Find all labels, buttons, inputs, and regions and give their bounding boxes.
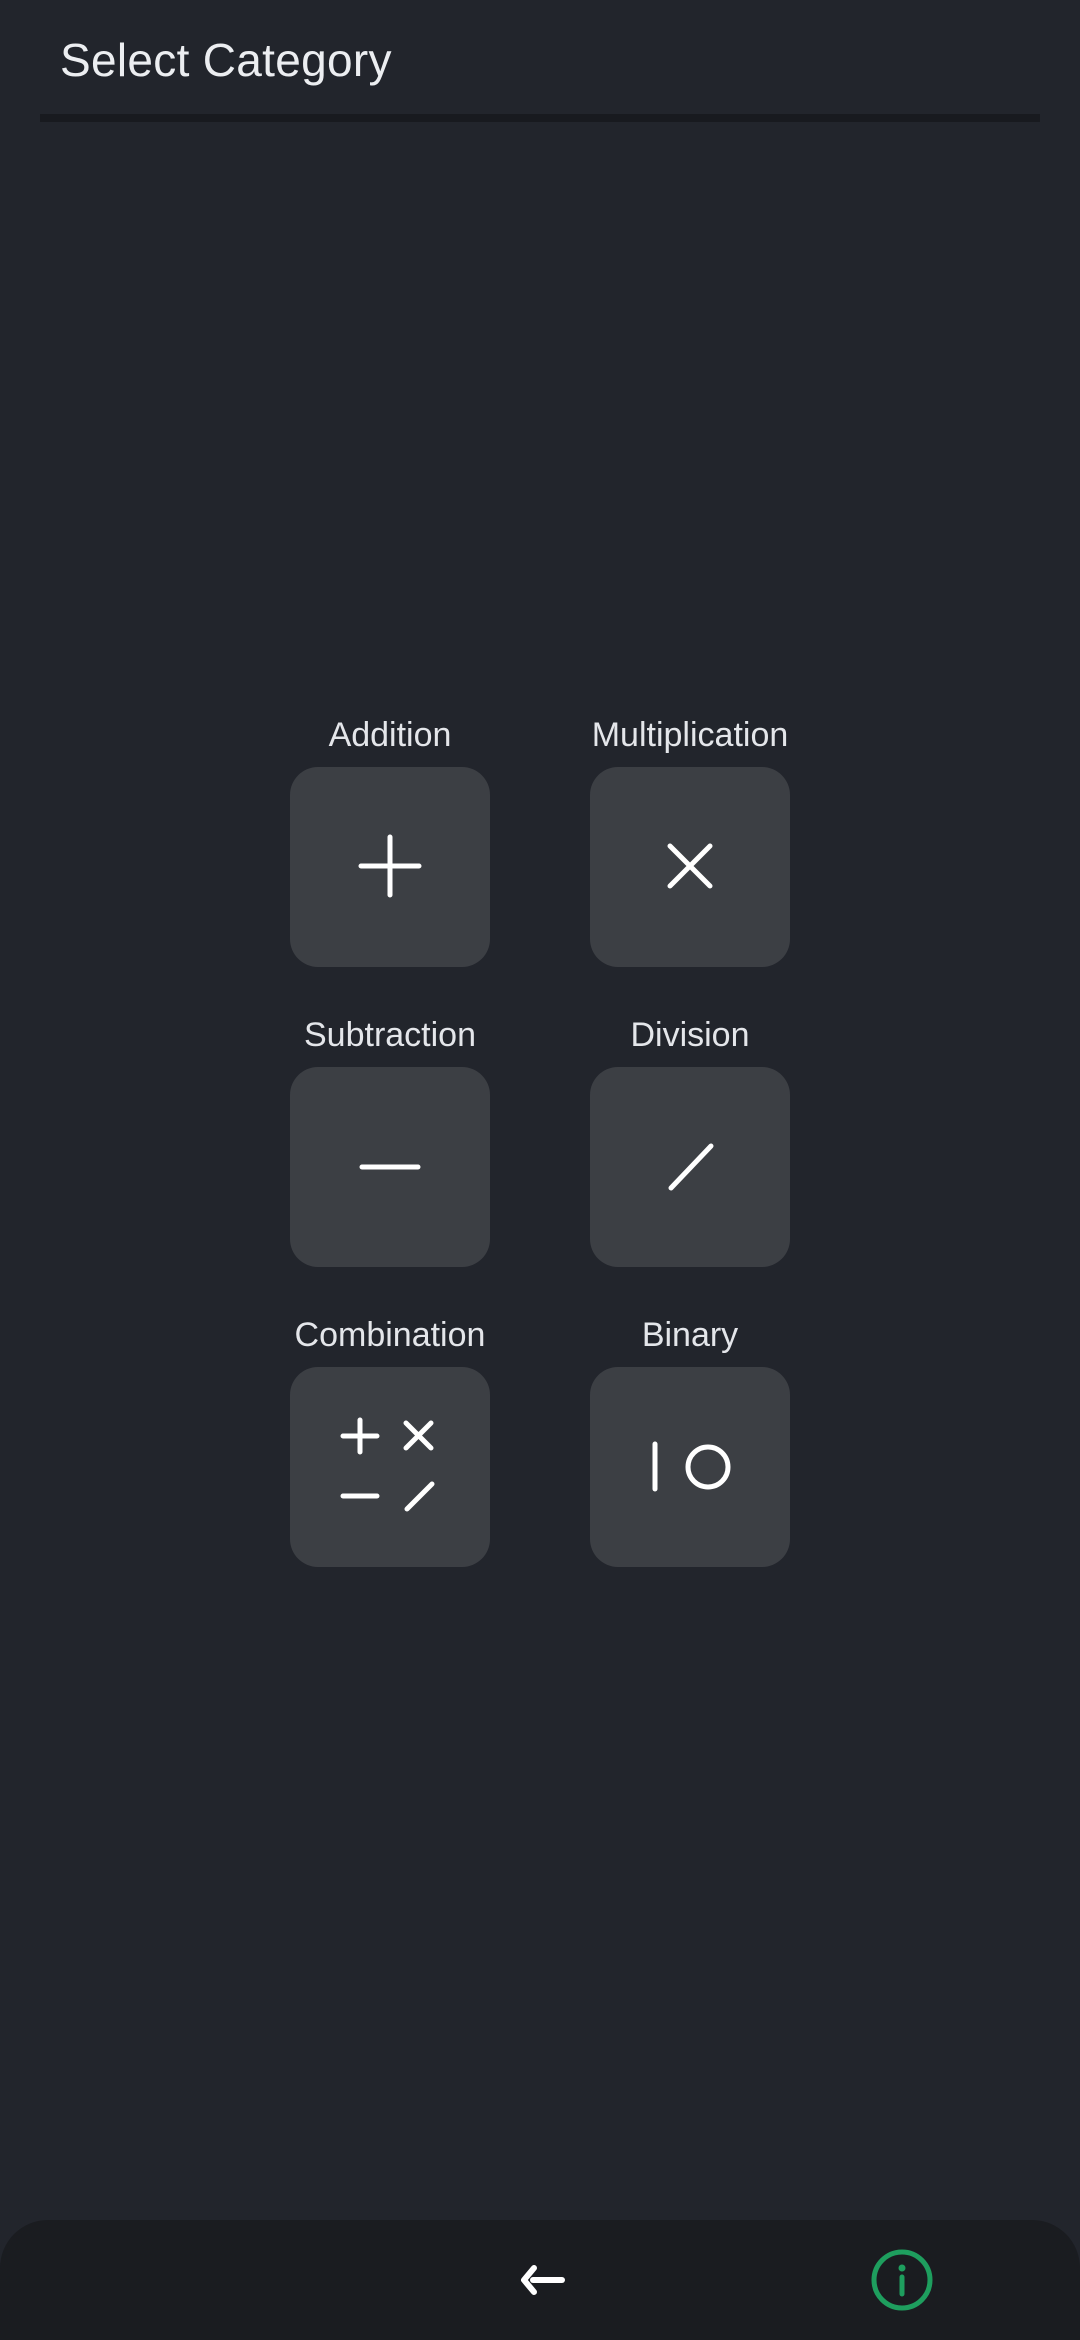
subtraction-button[interactable] [290,1067,490,1267]
category-label: Combination [294,1316,486,1354]
addition-button[interactable] [290,767,490,967]
combination-button[interactable] [290,1367,490,1567]
slash-icon [668,1143,714,1191]
back-arrow-icon [521,2265,565,2295]
multiplication-button[interactable] [590,767,790,967]
category-label: Binary [641,1316,739,1354]
binary-icon [652,1441,731,1492]
plus-icon [358,834,422,898]
bottom-navigation-bar [0,2220,1080,2340]
times-icon [667,843,713,889]
category-label: Subtraction [304,1016,476,1054]
minus-icon [359,1164,421,1170]
category-label: Division [630,1016,750,1054]
category-label: Multiplication [591,716,789,754]
back-button[interactable] [500,2240,580,2320]
category-label: Addition [328,716,452,754]
combination-icon [340,1417,435,1512]
category-grid: Addition Multiplication Subtraction Divi… [0,0,1080,1700]
info-icon [871,2249,933,2311]
binary-button[interactable] [590,1367,790,1567]
division-button[interactable] [590,1067,790,1267]
info-button[interactable] [860,2238,944,2322]
